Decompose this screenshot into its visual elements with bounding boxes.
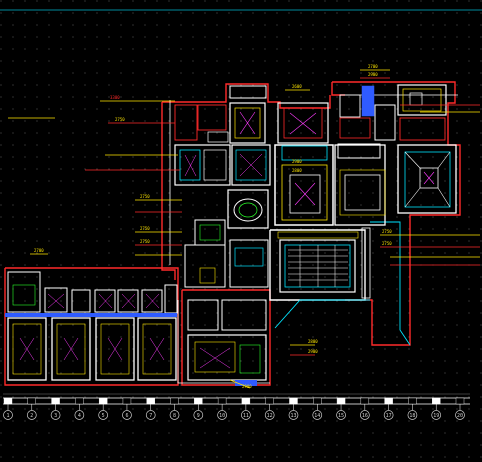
axis-scale-segment <box>122 397 132 405</box>
dim-label: 2600 <box>292 84 302 89</box>
axis-scale-segment <box>360 397 370 405</box>
axis-bubble-label: 16 <box>362 413 368 419</box>
axis-bubble-label: 2 <box>30 413 33 419</box>
dim-label: 2900 <box>308 349 318 354</box>
axis-bubble-label: 18 <box>409 413 415 419</box>
dim-label: 2700 <box>34 248 44 253</box>
dim-label: 2700 <box>368 64 378 69</box>
dim-label: 2750 <box>140 239 150 244</box>
axis-scale-segment <box>265 397 274 405</box>
axis-scale-segment <box>27 397 36 405</box>
axis-bubble-label: 6 <box>125 413 128 419</box>
dim-label: 2750 <box>115 117 125 122</box>
axis-bubble-label: 12 <box>267 413 273 419</box>
axis-scale-segment <box>217 397 227 405</box>
dim-label: 2900 <box>242 384 252 389</box>
dim-label: 2750 <box>382 241 392 246</box>
axis-scale-segment <box>432 397 441 405</box>
dim-label: 2800 <box>292 168 302 173</box>
axis-bubble-label: 10 <box>219 413 225 419</box>
axis-scale-segment <box>384 397 393 405</box>
axis-bubble-label: 19 <box>433 413 439 419</box>
axis-bubble-label: 5 <box>102 413 105 419</box>
axis-scale-segment <box>194 397 203 405</box>
axis-bubble-label: 15 <box>338 413 344 419</box>
axis-scale-segment <box>98 397 108 405</box>
dim-label: 2800 <box>308 339 318 344</box>
dim-label: 2750 <box>382 229 392 234</box>
axis-bubble-label: 14 <box>314 413 320 419</box>
axis-scale-segment <box>408 397 417 405</box>
dim-label: 2900 <box>292 159 302 164</box>
dim-label: 3300 <box>110 95 120 100</box>
axis-scale-segment <box>146 397 155 405</box>
axis-bubble-label: 17 <box>386 413 392 419</box>
axis-bubble-label: 11 <box>243 413 249 419</box>
axis-bubble-label: 20 <box>457 413 463 419</box>
axis-bubble-label: 9 <box>197 413 200 419</box>
axis-scale-segment <box>75 397 84 405</box>
axis-bubble-label: 8 <box>173 413 176 419</box>
axis-bubble-label: 4 <box>78 413 81 419</box>
axis-scale-segment <box>455 397 465 405</box>
dim-label: 2750 <box>140 226 150 231</box>
axis-bubble-label: 3 <box>54 413 57 419</box>
axis-bubble-label: 7 <box>149 413 152 419</box>
axis-bubble-label: 13 <box>290 413 296 419</box>
axis-scale-segment <box>241 397 251 405</box>
axis-scale-segment <box>289 397 298 405</box>
axis-scale-segment <box>51 397 60 405</box>
axis-scale-segment <box>336 397 346 405</box>
axis-scale-segment <box>313 397 322 405</box>
axis-scale-segment <box>3 397 13 405</box>
cad-floor-plan: 2700 2900 2600 3300 2750 2750 2750 2750 … <box>0 0 482 462</box>
dim-label: 2750 <box>140 194 150 199</box>
axis-scale-segment <box>170 397 179 405</box>
dim-label: 2900 <box>368 72 378 77</box>
axis-bubble-label: 1 <box>6 413 9 419</box>
